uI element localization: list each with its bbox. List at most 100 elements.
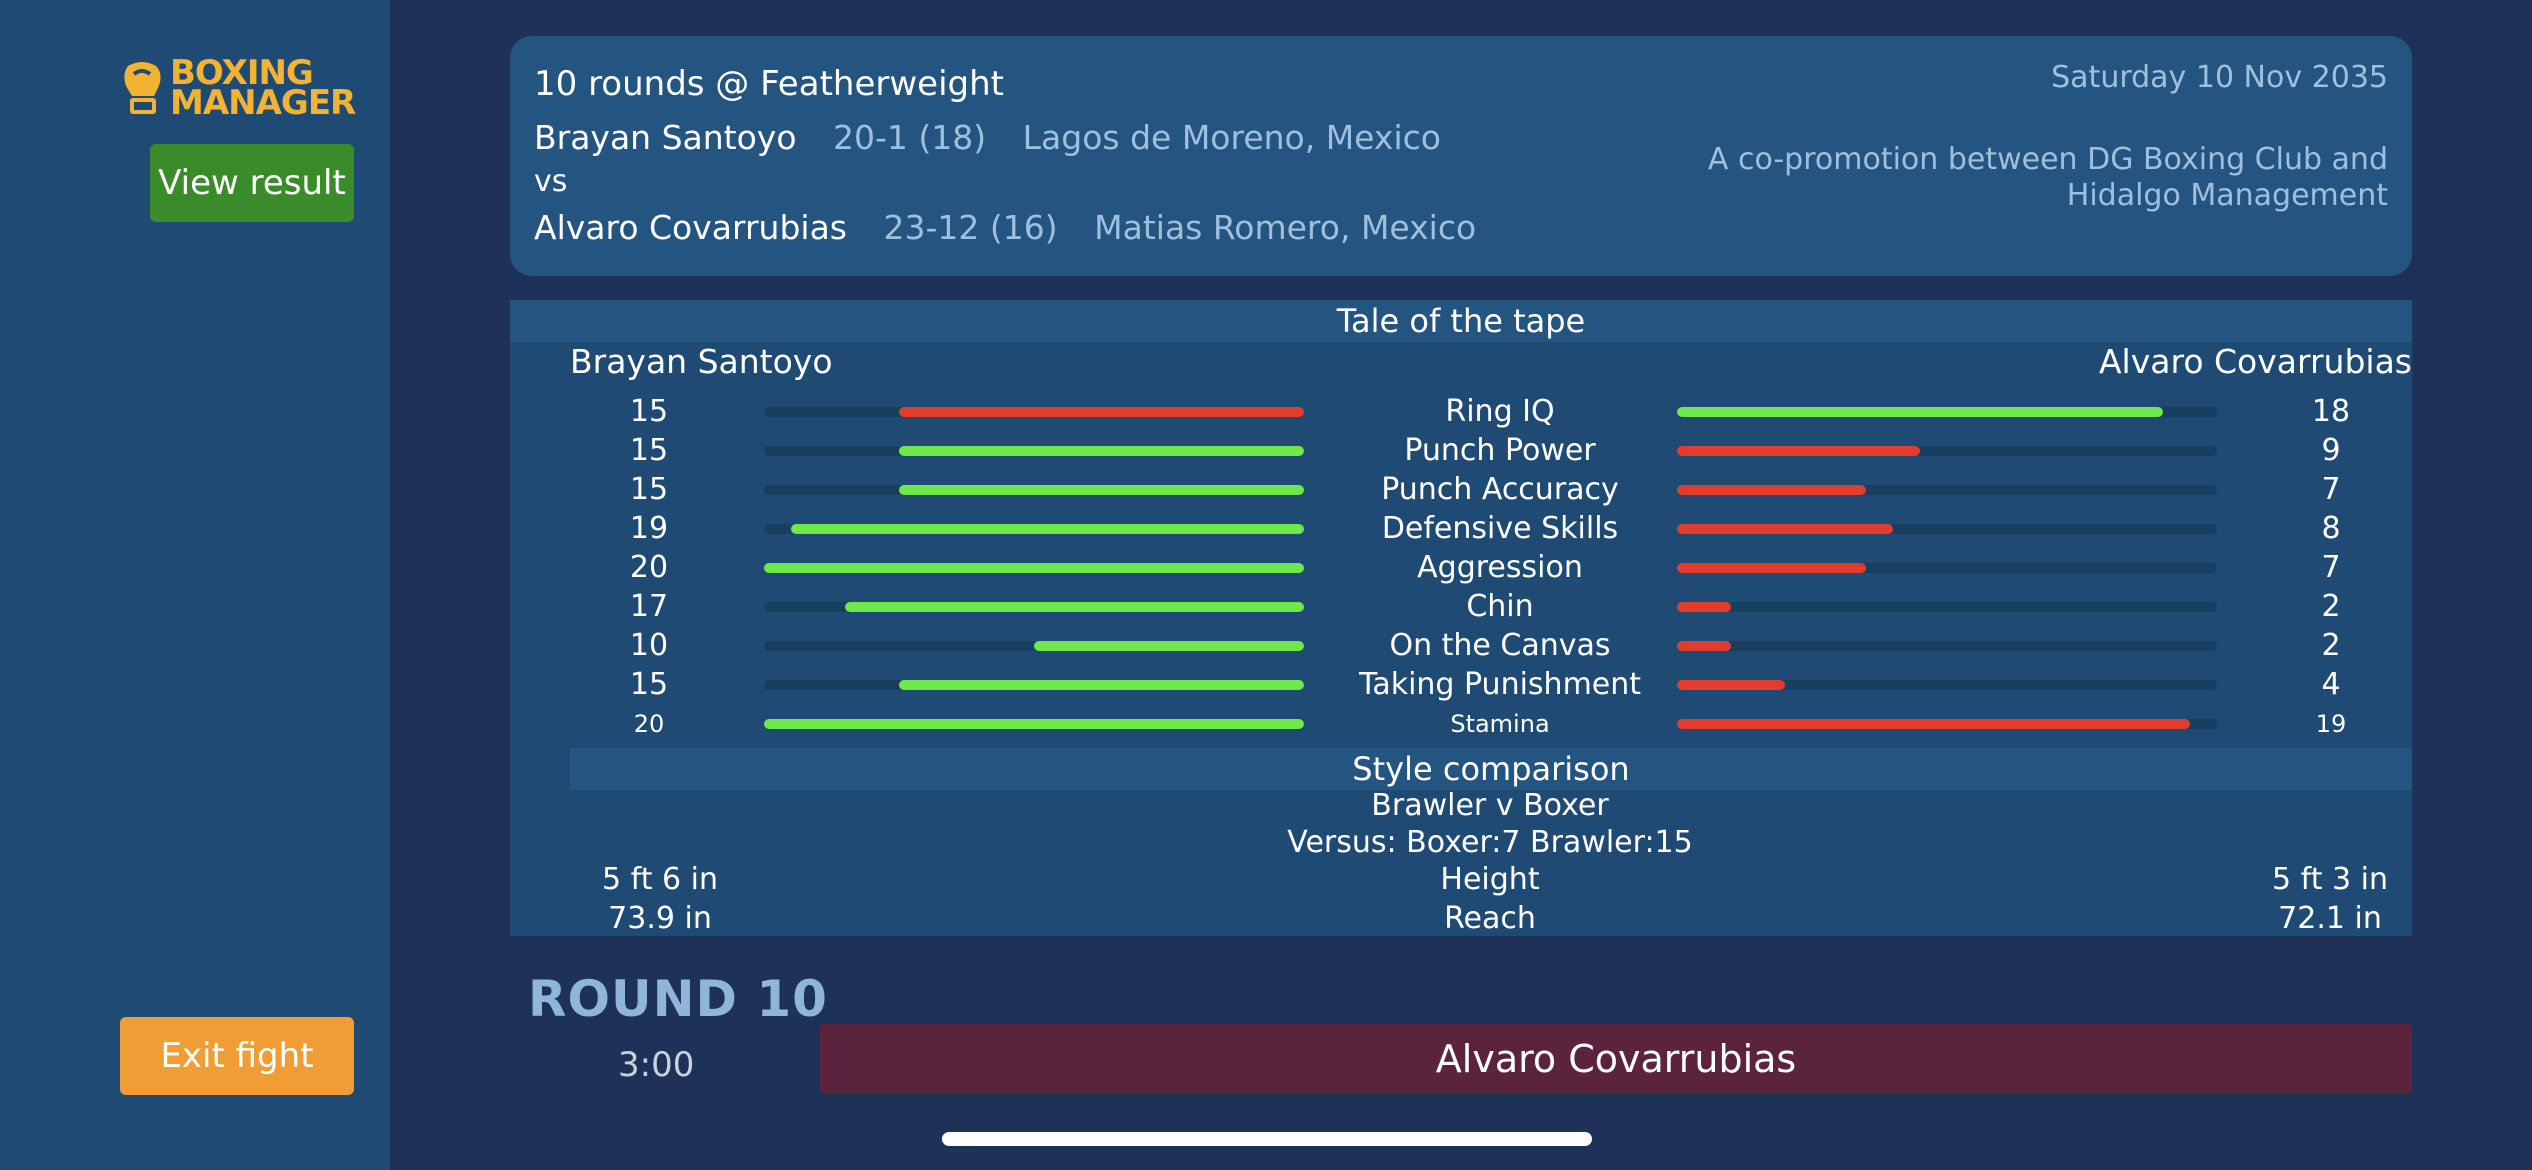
stat-right-bar xyxy=(1677,407,2217,417)
stat-row: 15 Punch Accuracy 7 xyxy=(510,470,2412,510)
stat-right-fill xyxy=(1677,485,1866,495)
stat-label: Punch Power xyxy=(1404,433,1596,468)
style-matchup: Brawler v Boxer xyxy=(1371,788,1609,823)
stat-right-fill xyxy=(1677,524,1893,534)
stat-right-fill xyxy=(1677,602,1731,612)
round-label: ROUND 10 xyxy=(528,970,828,1028)
boxing-glove-icon xyxy=(124,62,161,114)
stat-right-value: 18 xyxy=(2311,394,2351,429)
stat-row: 20 Aggression 7 xyxy=(510,548,2412,588)
stat-right-value: 2 xyxy=(2321,589,2341,624)
stat-label: Punch Accuracy xyxy=(1381,472,1619,507)
stat-left-fill xyxy=(899,407,1304,417)
stat-left-fill xyxy=(845,602,1304,612)
stat-left-value: 10 xyxy=(629,628,669,663)
fighter-2-name: Alvaro Covarrubias xyxy=(534,208,848,247)
boxing-manager-logo: BOXING MANAGER xyxy=(120,56,356,123)
view-result-button[interactable]: View result xyxy=(150,144,354,222)
stat-left-value: 15 xyxy=(629,472,669,507)
tape-left-fighter: Brayan Santoyo xyxy=(570,342,833,381)
style-comparison-title: Style comparison xyxy=(570,748,2412,790)
stat-left-fill xyxy=(764,719,1304,729)
height-right: 5 ft 3 in xyxy=(2272,862,2388,897)
stat-left-value: 20 xyxy=(633,710,665,738)
stat-left-fill xyxy=(899,446,1304,456)
stat-left-bar xyxy=(764,602,1304,612)
stat-row: 15 Punch Power 9 xyxy=(510,431,2412,471)
stat-left-value: 19 xyxy=(629,511,669,546)
stat-right-fill xyxy=(1677,719,2190,729)
stat-row: 20 Stamina 19 xyxy=(510,704,2412,744)
fighter-1-hometown: Lagos de Moreno, Mexico xyxy=(1022,118,1441,157)
stat-left-bar xyxy=(764,407,1304,417)
reach-right: 72.1 in xyxy=(2278,901,2382,936)
round-clock: 3:00 xyxy=(618,1045,695,1085)
stat-right-value: 2 xyxy=(2321,628,2341,663)
stat-left-bar xyxy=(764,680,1304,690)
stat-left-fill xyxy=(899,485,1304,495)
stat-label: Chin xyxy=(1466,589,1534,624)
stat-left-fill xyxy=(899,680,1304,690)
tape-right-fighter: Alvaro Covarrubias xyxy=(2098,342,2412,381)
stat-row: 15 Ring IQ 18 xyxy=(510,392,2412,432)
stat-right-value: 7 xyxy=(2321,550,2341,585)
stat-left-bar xyxy=(764,446,1304,456)
active-fighter-banner: Alvaro Covarrubias xyxy=(820,1024,2412,1094)
fighter-1-line: Brayan Santoyo 20-1 (18) Lagos de Moreno… xyxy=(534,118,1441,157)
stat-right-bar xyxy=(1677,563,2217,573)
stat-label: Stamina xyxy=(1450,710,1550,738)
fighter-1-name: Brayan Santoyo xyxy=(534,118,797,157)
logo-wordmark: BOXING MANAGER xyxy=(170,56,356,123)
stat-label: On the Canvas xyxy=(1389,628,1611,663)
logo-line-2: MANAGER xyxy=(170,83,356,123)
stat-right-value: 8 xyxy=(2321,511,2341,546)
stat-left-fill xyxy=(1034,641,1304,651)
fighter-2-hometown: Matias Romero, Mexico xyxy=(1094,208,1477,247)
stat-right-fill xyxy=(1677,446,1920,456)
stat-right-value: 19 xyxy=(2315,710,2347,738)
exit-fight-button[interactable]: Exit fight xyxy=(120,1017,354,1095)
stat-label: Taking Punishment xyxy=(1358,667,1642,702)
stat-right-bar xyxy=(1677,719,2217,729)
style-versus: Versus: Boxer:7 Brawler:15 xyxy=(1287,825,1693,860)
stat-right-value: 9 xyxy=(2321,433,2341,468)
reach-label: Reach xyxy=(1444,901,1536,936)
stat-left-value: 15 xyxy=(629,433,669,468)
stat-right-bar xyxy=(1677,446,2217,456)
stat-right-fill xyxy=(1677,563,1866,573)
fighter-1-record: 20-1 (18) xyxy=(833,118,987,157)
stat-left-fill xyxy=(791,524,1304,534)
stat-left-bar xyxy=(764,641,1304,651)
stat-right-fill xyxy=(1677,680,1785,690)
stat-right-bar xyxy=(1677,524,2217,534)
sidebar: BOXING MANAGER View result Exit fight xyxy=(0,0,390,1170)
stat-left-value: 20 xyxy=(629,550,669,585)
stat-right-bar xyxy=(1677,680,2217,690)
stat-row: 15 Taking Punishment 4 xyxy=(510,665,2412,705)
fight-title: 10 rounds @ Featherweight xyxy=(534,64,1004,104)
stat-right-bar xyxy=(1677,641,2217,651)
stat-left-bar xyxy=(764,524,1304,534)
stat-left-bar xyxy=(764,563,1304,573)
height-label: Height xyxy=(1440,862,1540,897)
fighter-2-record: 23-12 (16) xyxy=(883,208,1058,247)
stat-right-bar xyxy=(1677,485,2217,495)
stat-left-value: 17 xyxy=(629,589,669,624)
stat-label: Defensive Skills xyxy=(1381,511,1619,546)
tale-of-the-tape: Tale of the tape Brayan Santoyo Alvaro C… xyxy=(510,300,2412,936)
stat-left-fill xyxy=(764,563,1304,573)
stat-right-value: 7 xyxy=(2321,472,2341,507)
stat-left-value: 15 xyxy=(629,667,669,702)
vs-label: vs xyxy=(534,164,568,199)
home-indicator xyxy=(942,1132,1592,1146)
stat-left-bar xyxy=(764,485,1304,495)
stat-left-bar xyxy=(764,719,1304,729)
stat-right-value: 4 xyxy=(2321,667,2341,702)
stat-right-fill xyxy=(1677,641,1731,651)
promotion-text: A co-promotion between DG Boxing Club an… xyxy=(1707,142,2388,213)
stat-left-value: 15 xyxy=(629,394,669,429)
fight-date: Saturday 10 Nov 2035 xyxy=(2051,60,2388,95)
tape-title: Tale of the tape xyxy=(510,300,2412,342)
fighter-2-line: Alvaro Covarrubias 23-12 (16) Matias Rom… xyxy=(534,208,1476,247)
stat-right-fill xyxy=(1677,407,2163,417)
